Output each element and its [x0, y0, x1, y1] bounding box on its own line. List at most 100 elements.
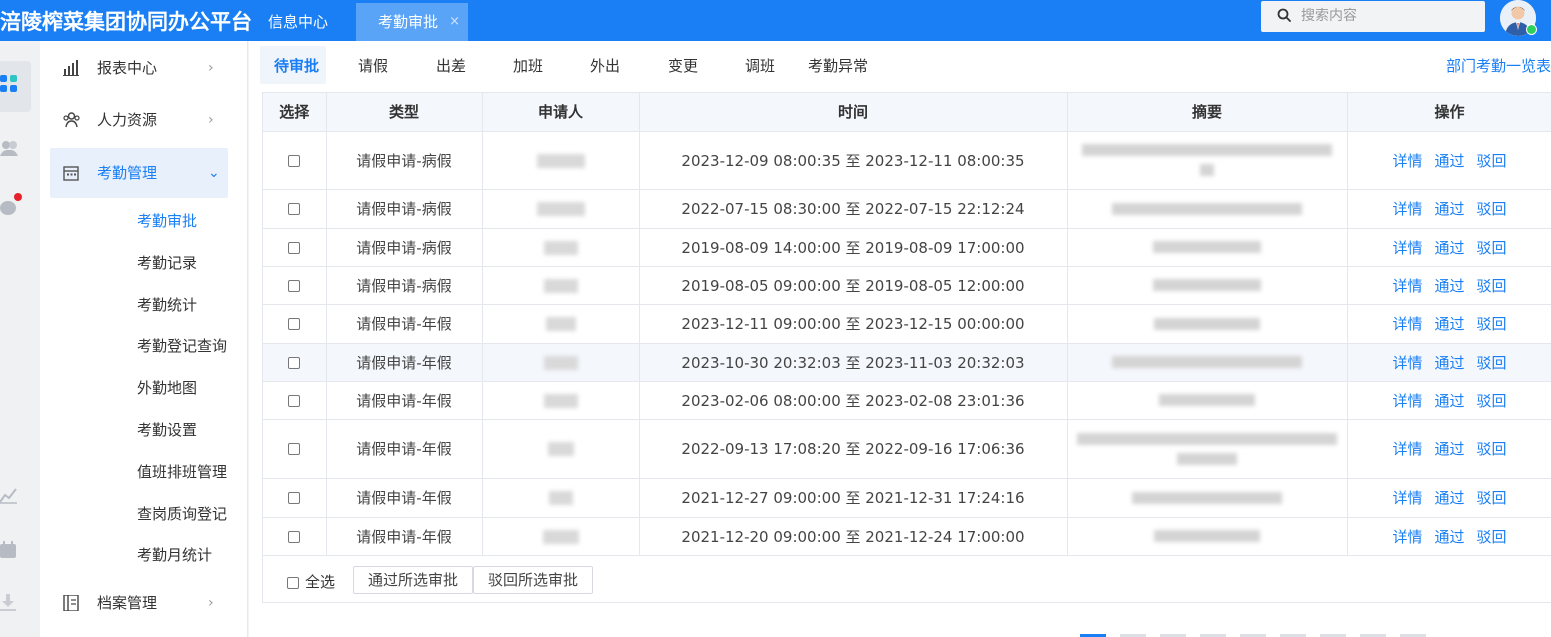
- details-link[interactable]: 详情: [1392, 200, 1422, 218]
- tab-business-trip[interactable]: 出差: [436, 55, 466, 77]
- row-checkbox[interactable]: [288, 394, 301, 407]
- approve-link[interactable]: 通过: [1434, 392, 1464, 410]
- tab-change[interactable]: 变更: [668, 55, 698, 77]
- tab-pending[interactable]: 待审批: [274, 55, 319, 77]
- approve-link[interactable]: 通过: [1434, 354, 1464, 372]
- approve-link[interactable]: 通过: [1434, 239, 1464, 257]
- tab-overtime[interactable]: 加班: [513, 55, 543, 77]
- approve-link[interactable]: 通过: [1434, 277, 1464, 295]
- trend-chart-icon[interactable]: [0, 486, 18, 504]
- approval-table: 选择 类型 申请人 时间 摘要 操作 请假申请-病假 2023-12-09 08:…: [262, 92, 1551, 603]
- approve-link[interactable]: 通过: [1434, 315, 1464, 333]
- reject-link[interactable]: 驳回: [1477, 315, 1507, 333]
- reject-link[interactable]: 驳回: [1477, 152, 1507, 170]
- icon-rail: [0, 41, 40, 637]
- sidebar-item-label: 报表中心: [97, 59, 158, 77]
- redacted-applicant-name: [543, 355, 578, 370]
- details-link[interactable]: 详情: [1392, 354, 1422, 372]
- reject-selected-button[interactable]: 驳回所选审批: [473, 566, 594, 594]
- approve-link[interactable]: 通过: [1434, 200, 1464, 218]
- sidebar-item-attendance[interactable]: 考勤管理 ⌄: [50, 148, 228, 198]
- details-link[interactable]: 详情: [1392, 239, 1422, 257]
- search-box[interactable]: [1261, 1, 1485, 32]
- details-link[interactable]: 详情: [1392, 528, 1422, 546]
- apps-icon[interactable]: [0, 74, 20, 94]
- row-checkbox[interactable]: [288, 203, 301, 215]
- cell-actions: 详情 通过 驳回: [1347, 189, 1551, 229]
- sidebar-subitem-attendance-approval[interactable]: 考勤审批: [137, 211, 197, 231]
- sidebar-subitem-monthly-stats[interactable]: 考勤月统计: [137, 545, 212, 565]
- download-icon[interactable]: [0, 594, 18, 612]
- reject-link[interactable]: 驳回: [1477, 528, 1507, 546]
- tab-outing[interactable]: 外出: [590, 55, 620, 77]
- select-all-checkbox[interactable]: [287, 577, 299, 589]
- close-icon[interactable]: ×: [449, 3, 460, 41]
- approve-link[interactable]: 通过: [1434, 440, 1464, 458]
- top-tab-attendance-approval[interactable]: 考勤审批 ×: [356, 3, 468, 41]
- reject-link[interactable]: 驳回: [1477, 239, 1507, 257]
- table-row: 请假申请-病假 2022-07-15 08:30:00 至 2022-07-15 …: [263, 189, 1551, 229]
- row-checkbox[interactable]: [288, 279, 301, 292]
- reject-link[interactable]: 驳回: [1477, 277, 1507, 295]
- reject-link[interactable]: 驳回: [1477, 200, 1507, 218]
- reject-link[interactable]: 驳回: [1477, 392, 1507, 410]
- sidebar-subitem-attendance-records[interactable]: 考勤记录: [137, 253, 197, 273]
- row-checkbox[interactable]: [288, 443, 301, 455]
- row-checkbox[interactable]: [288, 241, 301, 254]
- row-checkbox[interactable]: [288, 530, 301, 543]
- table-row: 请假申请-年假 2023-10-30 20:32:03 至 2023-11-03 …: [263, 343, 1551, 382]
- redacted-applicant-name: [545, 317, 576, 331]
- sidebar-subitem-attendance-settings[interactable]: 考勤设置: [137, 420, 197, 440]
- approve-link[interactable]: 通过: [1434, 528, 1464, 546]
- reject-link[interactable]: 驳回: [1477, 489, 1507, 507]
- tab-leave[interactable]: 请假: [358, 55, 388, 77]
- row-checkbox[interactable]: [288, 492, 301, 504]
- cell-select: [263, 304, 327, 344]
- sidebar-item-hr[interactable]: 人力资源 ›: [50, 95, 228, 145]
- sidebar-subitem-duty-schedule[interactable]: 值班排班管理: [137, 462, 227, 482]
- cell-applicant: [482, 131, 640, 190]
- tab-attendance-exception[interactable]: 考勤异常: [808, 55, 868, 77]
- row-checkbox[interactable]: [288, 356, 301, 369]
- row-checkbox[interactable]: [288, 154, 301, 167]
- details-link[interactable]: 详情: [1392, 277, 1422, 295]
- top-tab-info-center[interactable]: 信息中心: [268, 3, 328, 41]
- chevron-down-icon: ⌄: [208, 165, 220, 181]
- sidebar-item-archives[interactable]: 档案管理 ›: [50, 578, 228, 628]
- reject-link[interactable]: 驳回: [1477, 354, 1507, 372]
- approve-selected-button[interactable]: 通过所选审批: [353, 566, 474, 594]
- row-checkbox[interactable]: [288, 318, 301, 330]
- sidebar-subitem-attendance-stats[interactable]: 考勤统计: [137, 295, 197, 315]
- sidebar-subitem-field-map[interactable]: 外勤地图: [137, 378, 197, 398]
- reject-link[interactable]: 驳回: [1477, 440, 1507, 458]
- table-row: 请假申请-年假 2021-12-20 09:00:00 至 2021-12-24 …: [263, 517, 1551, 556]
- redacted-summary-text: [1154, 530, 1260, 542]
- sidebar: 报表中心 › 人力资源 › 考勤管理 ⌄ 考勤审批 考勤记录 考勤统计 考勤登记…: [40, 41, 248, 637]
- cell-summary: [1067, 478, 1348, 518]
- top-bar: 涪陵榨菜集团协同办公平台 信息中心 考勤审批 ×: [0, 0, 1551, 41]
- details-link[interactable]: 详情: [1392, 392, 1422, 410]
- dept-attendance-overview-link[interactable]: 部门考勤一览表: [1446, 55, 1551, 77]
- cell-time: 2023-12-09 08:00:35 至 2023-12-11 08:00:3…: [639, 131, 1068, 190]
- schedule-icon[interactable]: [0, 541, 18, 559]
- sidebar-subitem-registration-query[interactable]: 考勤登记查询: [137, 336, 227, 356]
- tab-shift-swap[interactable]: 调班: [745, 55, 775, 77]
- search-input[interactable]: [1301, 5, 1471, 27]
- chevron-right-icon: ›: [208, 60, 214, 76]
- cell-applicant: [482, 343, 640, 382]
- details-link[interactable]: 详情: [1392, 440, 1422, 458]
- sidebar-subitem-inspection-log[interactable]: 查岗质询登记: [137, 504, 227, 524]
- cell-summary: [1067, 381, 1348, 420]
- details-link[interactable]: 详情: [1392, 152, 1422, 170]
- cell-select: [263, 419, 327, 479]
- messages-icon[interactable]: [0, 193, 24, 217]
- sidebar-item-label: 人力资源: [97, 111, 158, 129]
- approve-link[interactable]: 通过: [1434, 489, 1464, 507]
- details-link[interactable]: 详情: [1392, 315, 1422, 333]
- sidebar-item-report-center[interactable]: 报表中心 ›: [50, 43, 228, 93]
- table-row: 请假申请-年假 2021-12-27 09:00:00 至 2021-12-31 …: [263, 478, 1551, 518]
- approve-link[interactable]: 通过: [1434, 152, 1464, 170]
- redacted-summary-text: [1200, 164, 1214, 176]
- details-link[interactable]: 详情: [1392, 489, 1422, 507]
- contacts-icon[interactable]: [0, 138, 20, 158]
